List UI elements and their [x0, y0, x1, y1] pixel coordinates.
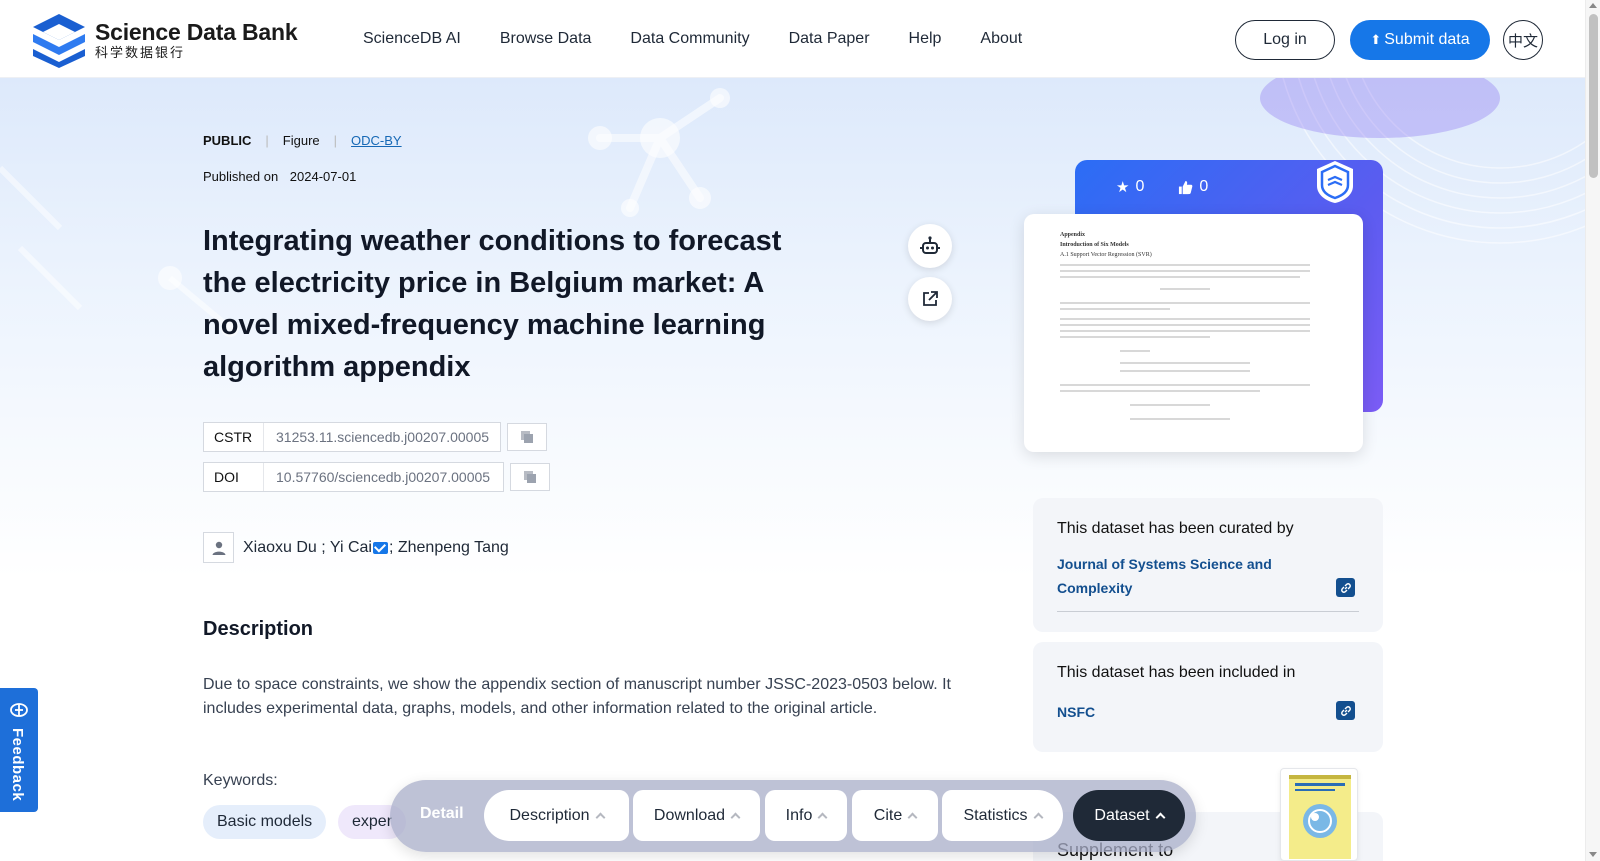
- scroll-up-arrow-icon[interactable]: [1589, 3, 1597, 8]
- chevron-up-icon: [1155, 812, 1166, 823]
- cstr-field: CSTR 31253.11.sciencedb.j00207.00005: [203, 422, 501, 452]
- published-label: Published on: [203, 169, 279, 184]
- brand-logo[interactable]: Science Data Bank 科学数据银行: [31, 12, 298, 68]
- file-preview-thumbnail[interactable]: Appendix Introduction of Six Models A.1 …: [1024, 214, 1363, 452]
- upload-icon: ⬆: [1370, 32, 1382, 47]
- external-link-icon: [923, 291, 938, 306]
- keywords-label: Keywords:: [203, 772, 278, 789]
- tab-info[interactable]: Info: [765, 790, 847, 841]
- nav-data-community[interactable]: Data Community: [630, 30, 749, 48]
- login-button[interactable]: Log in: [1235, 20, 1335, 60]
- nav-browse-data[interactable]: Browse Data: [500, 30, 592, 48]
- scroll-down-arrow-icon[interactable]: [1589, 852, 1597, 857]
- dataset-type: Figure: [282, 133, 320, 148]
- meta-separator: |: [265, 133, 269, 148]
- language-switch-button[interactable]: 中文: [1503, 20, 1543, 60]
- feedback-label: Feedback: [9, 728, 26, 802]
- preview-document: Appendix Introduction of Six Models A.1 …: [1060, 232, 1322, 442]
- copy-icon: [524, 471, 536, 483]
- brand-name: Science Data Bank: [95, 19, 298, 45]
- preview-heading: Introduction of Six Models: [1060, 242, 1129, 248]
- copy-icon: [521, 431, 533, 443]
- feedback-tab[interactable]: Feedback: [0, 688, 38, 812]
- thumbs-up-icon: [1179, 180, 1193, 194]
- link-icon[interactable]: [1336, 578, 1355, 597]
- feedback-icon: [10, 703, 28, 717]
- curated-journal-link[interactable]: Journal of Systems Science and Complexit…: [1057, 552, 1307, 600]
- chevron-up-icon: [595, 812, 605, 823]
- email-icon[interactable]: [372, 541, 388, 554]
- copy-cstr-button[interactable]: [507, 423, 547, 451]
- chevron-up-icon: [730, 812, 741, 823]
- tab-dataset[interactable]: Dataset: [1073, 790, 1185, 841]
- license-link[interactable]: ODC-BY: [351, 133, 402, 148]
- included-heading: This dataset has been included in: [1057, 664, 1296, 681]
- nav-help[interactable]: Help: [909, 30, 942, 48]
- card-divider: [1057, 611, 1359, 612]
- dataset-title: Integrating weather conditions to foreca…: [203, 225, 782, 383]
- meta-separator: |: [333, 133, 338, 148]
- included-nsfc-link[interactable]: NSFC: [1057, 700, 1095, 724]
- tab-cite[interactable]: Cite: [852, 790, 938, 841]
- dataset-meta-row: PUBLIC | Figure | ODC-BY: [203, 133, 402, 148]
- top-header: Science Data Bank 科学数据银行 ScienceDB AI Br…: [0, 0, 1600, 78]
- detail-label: Detail: [420, 805, 464, 822]
- page-scrollbar[interactable]: [1585, 0, 1600, 861]
- tab-statistics[interactable]: Statistics: [942, 790, 1063, 841]
- published-value: 2024-07-01: [289, 169, 357, 184]
- tab-description[interactable]: Description: [484, 790, 629, 841]
- brand-name-cn: 科学数据银行: [95, 45, 186, 60]
- nav-about[interactable]: About: [980, 30, 1022, 48]
- main-nav: ScienceDB AI Browse Data Data Community …: [363, 0, 1061, 78]
- stats-row: ★ 0 0: [1116, 178, 1242, 196]
- author-list[interactable]: Xiaoxu Du ; Yi Cai: [243, 539, 372, 557]
- chevron-up-icon: [1033, 812, 1043, 823]
- doi-value[interactable]: 10.57760/sciencedb.j00207.00005: [264, 469, 490, 485]
- description-text: Due to space constraints, we show the ap…: [203, 676, 951, 717]
- doi-label: DOI: [204, 463, 264, 491]
- doi-field: DOI 10.57760/sciencedb.j00207.00005: [203, 462, 504, 492]
- submit-data-button[interactable]: ⬆ Submit data: [1350, 20, 1490, 60]
- keyword-chip[interactable]: Basic models: [203, 805, 327, 839]
- star-icon: ★: [1116, 179, 1130, 196]
- published-date: Published on 2024-07-01: [203, 169, 356, 184]
- copy-doi-button[interactable]: [510, 463, 550, 491]
- tab-download[interactable]: Download: [633, 790, 760, 841]
- chevron-up-icon: [817, 812, 828, 823]
- submit-data-label: Submit data: [1384, 31, 1470, 48]
- scrollbar-thumb[interactable]: [1589, 14, 1598, 178]
- robot-icon: [920, 236, 940, 254]
- preview-heading: A.1 Support Vector Regression (SVR): [1060, 252, 1152, 258]
- certified-shield-icon: [1317, 161, 1353, 203]
- star-count[interactable]: ★ 0: [1116, 178, 1144, 196]
- curated-heading: This dataset has been curated by: [1057, 520, 1294, 537]
- curated-by-card: This dataset has been curated by Journal…: [1033, 498, 1383, 632]
- like-count[interactable]: 0: [1178, 178, 1208, 196]
- nav-sciencedb-ai[interactable]: ScienceDB AI: [363, 30, 461, 48]
- included-in-card: This dataset has been included in NSFC: [1033, 642, 1383, 752]
- logo-mark-icon: [33, 14, 85, 68]
- chevron-up-icon: [907, 812, 918, 823]
- preview-heading: Appendix: [1060, 232, 1086, 238]
- share-button[interactable]: [908, 277, 952, 321]
- journal-cover-image[interactable]: [1280, 768, 1358, 861]
- access-badge: PUBLIC: [203, 133, 252, 148]
- link-icon[interactable]: [1336, 701, 1355, 720]
- cstr-value[interactable]: 31253.11.sciencedb.j00207.00005: [264, 429, 489, 445]
- author-avatar-icon: [203, 532, 234, 563]
- authors-row: Xiaoxu Du ; Yi Cai ; Zhenpeng Tang: [203, 532, 509, 563]
- description-heading: Description: [203, 618, 314, 640]
- ai-assistant-button[interactable]: [908, 224, 952, 268]
- nav-data-paper[interactable]: Data Paper: [789, 30, 870, 48]
- author-list-rest[interactable]: ; Zhenpeng Tang: [389, 539, 509, 557]
- cstr-label: CSTR: [204, 423, 264, 451]
